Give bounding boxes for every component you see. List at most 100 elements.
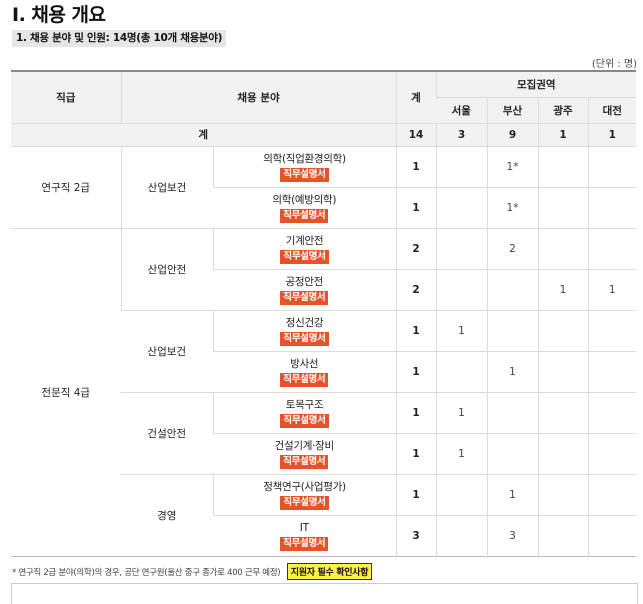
category-cell: 경영 bbox=[121, 473, 213, 556]
value-busan bbox=[486, 268, 539, 310]
value-daejeon bbox=[587, 309, 637, 351]
header-region: 모집권역 bbox=[435, 70, 637, 97]
category-cell: 산업보건 bbox=[121, 309, 213, 392]
value-seoul bbox=[435, 145, 488, 187]
job-description-button[interactable]: 직무설명서 bbox=[280, 372, 329, 387]
field-cell: 의학(직업환경의학) 직무설명서 bbox=[212, 145, 397, 187]
category-cell: 산업보건 bbox=[120, 145, 213, 228]
sum-seoul: 3 bbox=[435, 122, 488, 146]
row-total: 1 bbox=[395, 145, 437, 187]
value-daejeon bbox=[587, 432, 637, 474]
job-description-button[interactable]: 직무설명서 bbox=[280, 208, 329, 223]
field-name: IT bbox=[299, 521, 309, 534]
header-region-seoul: 서울 bbox=[436, 96, 488, 123]
sum-row: 계 14 3 9 1 1 bbox=[11, 122, 637, 146]
field-cell: 정신건강 직무설명서 bbox=[212, 309, 397, 351]
field-name: 공정안전 bbox=[285, 275, 324, 288]
field-name: 의학(직업환경의학) bbox=[263, 152, 346, 165]
value-busan: 1 bbox=[486, 350, 539, 392]
header-field: 채용 분야 bbox=[120, 70, 397, 123]
value-gwangju: 1 bbox=[537, 268, 589, 310]
footnote: * 연구직 2급 분야(의학)의 경우, 공단 연구원(울산 중구 종가로 40… bbox=[12, 563, 373, 580]
job-description-button[interactable]: 직무설명서 bbox=[280, 413, 329, 428]
field-cell: 의학(예방의학) 직무설명서 bbox=[213, 186, 397, 228]
header-region-busan: 부산 bbox=[486, 96, 539, 123]
value-busan bbox=[486, 391, 539, 433]
required-check-badge: 지원자 필수 확인사항 bbox=[286, 563, 373, 580]
row-total: 1 bbox=[395, 391, 437, 433]
value-busan: 1 bbox=[486, 473, 539, 515]
grade-cell: 전문직 4급 bbox=[11, 227, 121, 556]
job-description-button[interactable]: 직무설명서 bbox=[280, 495, 329, 510]
sum-busan: 9 bbox=[486, 122, 539, 146]
recruitment-table: 직급 채용 분야 계 모집권역 서울 부산 광주 대전 계 14 3 9 1 1… bbox=[11, 70, 637, 557]
value-gwangju bbox=[537, 514, 589, 556]
row-total: 1 bbox=[395, 186, 437, 228]
value-seoul: 1 bbox=[435, 432, 488, 474]
category-cell: 산업안전 bbox=[120, 227, 213, 310]
field-cell: 공정안전 직무설명서 bbox=[213, 268, 397, 310]
footnote-text: * 연구직 2급 분야(의학)의 경우, 공단 연구원(울산 중구 종가로 40… bbox=[12, 568, 281, 578]
row-total: 1 bbox=[395, 350, 437, 392]
value-seoul: 1 bbox=[435, 391, 488, 433]
value-busan: 1* bbox=[486, 186, 539, 228]
value-gwangju bbox=[537, 186, 589, 228]
sum-label: 계 bbox=[11, 122, 397, 146]
unit-label: (단위 : 명) bbox=[591, 59, 637, 70]
section-subtitle: 1. 채용 분야 및 인원: 14명(총 10개 채용분야) bbox=[12, 30, 227, 47]
row-total: 1 bbox=[395, 432, 437, 474]
value-daejeon bbox=[587, 391, 637, 433]
field-name: 의학(예방의학) bbox=[272, 193, 337, 206]
job-description-button[interactable]: 직무설명서 bbox=[280, 167, 329, 182]
category-cell: 건설안전 bbox=[121, 391, 213, 474]
row-total: 1 bbox=[395, 473, 437, 515]
field-cell: 건설기계·장비 직무설명서 bbox=[213, 432, 397, 474]
field-name: 방사선 bbox=[290, 357, 319, 370]
field-name: 정신건강 bbox=[285, 316, 324, 329]
value-gwangju bbox=[537, 145, 589, 187]
row-total: 2 bbox=[395, 227, 437, 269]
value-busan bbox=[486, 432, 539, 474]
value-daejeon bbox=[587, 145, 637, 187]
grade-cell: 연구직 2급 bbox=[11, 145, 121, 228]
value-gwangju bbox=[537, 473, 589, 515]
value-seoul: 1 bbox=[435, 309, 488, 351]
field-name: 기계안전 bbox=[285, 234, 324, 247]
value-gwangju bbox=[537, 391, 589, 433]
value-busan bbox=[486, 309, 539, 351]
job-description-button[interactable]: 직무설명서 bbox=[280, 536, 329, 551]
value-gwangju bbox=[537, 309, 589, 351]
value-daejeon: 1 bbox=[587, 268, 637, 310]
value-seoul bbox=[435, 227, 488, 269]
value-daejeon bbox=[587, 514, 637, 556]
value-seoul bbox=[435, 473, 488, 515]
row-total: 3 bbox=[395, 514, 437, 556]
value-seoul bbox=[435, 186, 488, 228]
value-daejeon bbox=[587, 350, 637, 392]
field-cell: 정책연구(사업평가) 직무설명서 bbox=[212, 473, 397, 515]
field-name: 토목구조 bbox=[285, 398, 324, 411]
value-gwangju bbox=[537, 432, 589, 474]
sum-gwangju: 1 bbox=[537, 122, 589, 146]
table-row: 전문직 4급 산업안전 기계안전 직무설명서 2 2 bbox=[11, 227, 637, 556]
value-daejeon bbox=[587, 186, 637, 228]
field-cell: 방사선 직무설명서 bbox=[213, 350, 397, 392]
header-total: 계 bbox=[395, 70, 437, 123]
next-section-box bbox=[11, 583, 638, 604]
job-description-button[interactable]: 직무설명서 bbox=[280, 454, 329, 469]
row-total: 2 bbox=[395, 268, 437, 310]
value-busan: 2 bbox=[486, 227, 539, 269]
job-description-button[interactable]: 직무설명서 bbox=[280, 331, 329, 346]
sum-daejeon: 1 bbox=[587, 122, 637, 146]
field-name: 정책연구(사업평가) bbox=[263, 480, 346, 493]
value-gwangju bbox=[537, 227, 589, 269]
value-seoul bbox=[435, 514, 488, 556]
table-row: 연구직 2급 산업보건 의학(직업환경의학) 직무설명서 1 1* bbox=[11, 145, 637, 228]
job-description-button[interactable]: 직무설명서 bbox=[280, 249, 329, 264]
field-cell: 기계안전 직무설명서 bbox=[212, 227, 397, 269]
page-title: I. 채용 개요 bbox=[12, 4, 106, 26]
field-cell: IT 직무설명서 bbox=[213, 514, 397, 556]
job-description-button[interactable]: 직무설명서 bbox=[280, 290, 329, 305]
header-grade: 직급 bbox=[11, 70, 121, 123]
row-total: 1 bbox=[395, 309, 437, 351]
